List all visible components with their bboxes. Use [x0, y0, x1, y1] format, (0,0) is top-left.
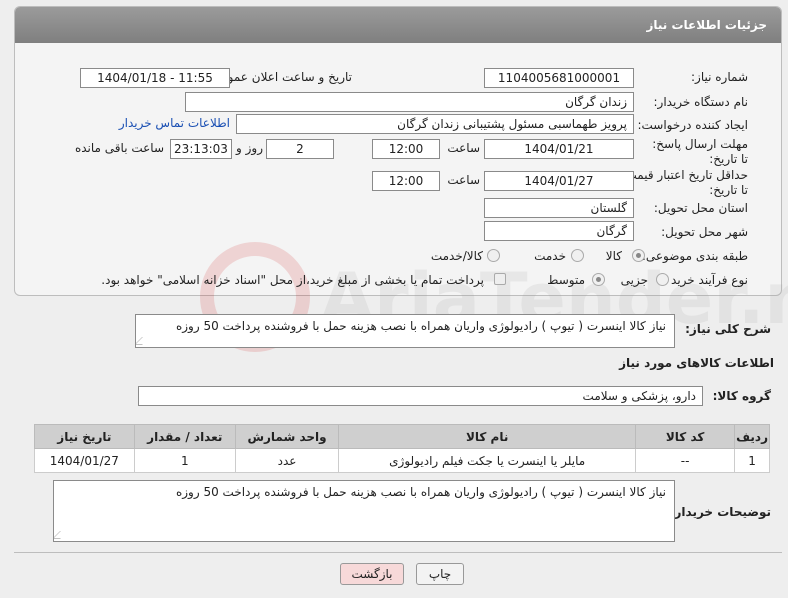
col-need-date: تاریخ نیاز	[34, 424, 135, 449]
price-time-label: ساعت	[447, 173, 480, 187]
price-date-field: 1404/01/27	[484, 171, 634, 191]
cell-code: --	[635, 448, 736, 473]
cell-need-date: 1404/01/27	[34, 448, 135, 473]
col-row: ردیف	[734, 424, 770, 449]
buyer-org-field: زندان گرگان	[185, 92, 634, 112]
category-option-goods-service: کالا/خدمت	[430, 249, 483, 263]
creator-field: پرویز طهماسبی مسئول پشتیبانی زندان گرگان	[236, 114, 634, 134]
buyer-org-label: نام دستگاه خریدار:	[653, 95, 749, 109]
col-code: کد کالا	[635, 424, 736, 449]
process-option-medium: متوسط	[547, 273, 585, 287]
cell-name: مایلر یا اینسرت یا جکت فیلم رادیولوژی	[338, 448, 637, 473]
col-quantity: تعداد / مقدار	[133, 424, 236, 449]
items-table: ردیف کد کالا نام کالا واحد شمارش تعداد /…	[34, 424, 770, 473]
need-number-field: 1104005681000001	[484, 68, 634, 88]
col-unit: واحد شمارش	[234, 424, 340, 449]
category-option-service: خدمت	[534, 249, 566, 263]
description-label: شرح کلی نیاز:	[685, 322, 771, 336]
province-field: گلستان	[484, 198, 634, 218]
col-name: نام کالا	[338, 424, 637, 449]
city-label: شهر محل تحویل:	[661, 225, 748, 239]
process-radio-medium[interactable]	[592, 273, 605, 286]
resize-grip-icon[interactable]	[54, 531, 68, 539]
goods-group-label: گروه کالا:	[712, 389, 771, 403]
cell-quantity: 1	[133, 448, 236, 473]
table-row: 1 -- مایلر یا اینسرت یا جکت فیلم رادیولو…	[34, 448, 770, 473]
buyer-notes-text: نیاز کالا اینسرت ( تیوپ ) رادیولوژی واری…	[175, 485, 666, 499]
category-radio-goods[interactable]	[632, 249, 645, 262]
footer-divider	[14, 552, 782, 553]
cell-row: 1	[734, 448, 770, 473]
reply-time-field: 12:00	[372, 139, 440, 159]
need-number-label: شماره نیاز:	[691, 70, 748, 84]
process-label: نوع فرآیند خرید :	[663, 273, 748, 287]
process-option-minor: جزیی	[620, 273, 648, 287]
items-table-header: ردیف کد کالا نام کالا واحد شمارش تعداد /…	[34, 424, 770, 449]
province-label: استان محل تحویل:	[653, 201, 748, 215]
description-textarea: نیاز کالا اینسرت ( تیوپ ) رادیولوژی واری…	[135, 314, 675, 348]
reply-date-field: 1404/01/21	[484, 139, 634, 159]
price-time-field: 12:00	[372, 171, 440, 191]
treasury-payment-note: پرداخت تمام یا بخشی از مبلغ خرید،از محل …	[101, 273, 484, 287]
days-label: روز و	[236, 141, 263, 155]
reply-time-label: ساعت	[447, 141, 480, 155]
process-radio-minor[interactable]	[656, 273, 669, 286]
category-label: طبقه بندی موضوعی:	[641, 249, 748, 263]
print-button[interactable]: چاپ	[416, 563, 464, 585]
goods-group-field: دارو، پزشکی و سلامت	[138, 386, 703, 406]
reply-deadline-label: مهلت ارسال پاسخ: تا تاریخ:	[652, 137, 748, 166]
remaining-label: ساعت باقی مانده	[74, 141, 164, 155]
category-radio-service[interactable]	[571, 249, 584, 262]
resize-grip-icon[interactable]	[136, 337, 150, 345]
days-field: 2	[266, 139, 334, 159]
buyer-notes-textarea: نیاز کالا اینسرت ( تیوپ ) رادیولوژی واری…	[53, 480, 675, 542]
buyer-notes-label: توضیحات خریدار:	[669, 505, 771, 519]
back-button[interactable]: بازگشت	[340, 563, 404, 585]
description-text: نیاز کالا اینسرت ( تیوپ ) رادیولوژی واری…	[175, 319, 666, 333]
price-validity-label: حداقل تاریخ اعتبار قیمت: تا تاریخ:	[621, 168, 748, 197]
category-option-goods: کالا	[605, 249, 622, 263]
cell-unit: عدد	[234, 448, 340, 473]
city-field: گرگان	[484, 221, 634, 241]
treasury-payment-checkbox[interactable]	[494, 273, 506, 285]
announce-datetime-field: 1404/01/18 - 11:55	[80, 68, 230, 88]
remaining-time-field: 23:13:03	[170, 139, 232, 159]
page-title: جزئیات اطلاعات نیاز	[15, 7, 781, 43]
creator-label: ایجاد کننده درخواست:	[637, 118, 748, 132]
items-section-title: اطلاعات کالاهای مورد نیاز	[619, 356, 774, 370]
buyer-contact-link[interactable]: اطلاعات تماس خریدار	[119, 116, 230, 130]
category-radio-goods-service[interactable]	[487, 249, 500, 262]
